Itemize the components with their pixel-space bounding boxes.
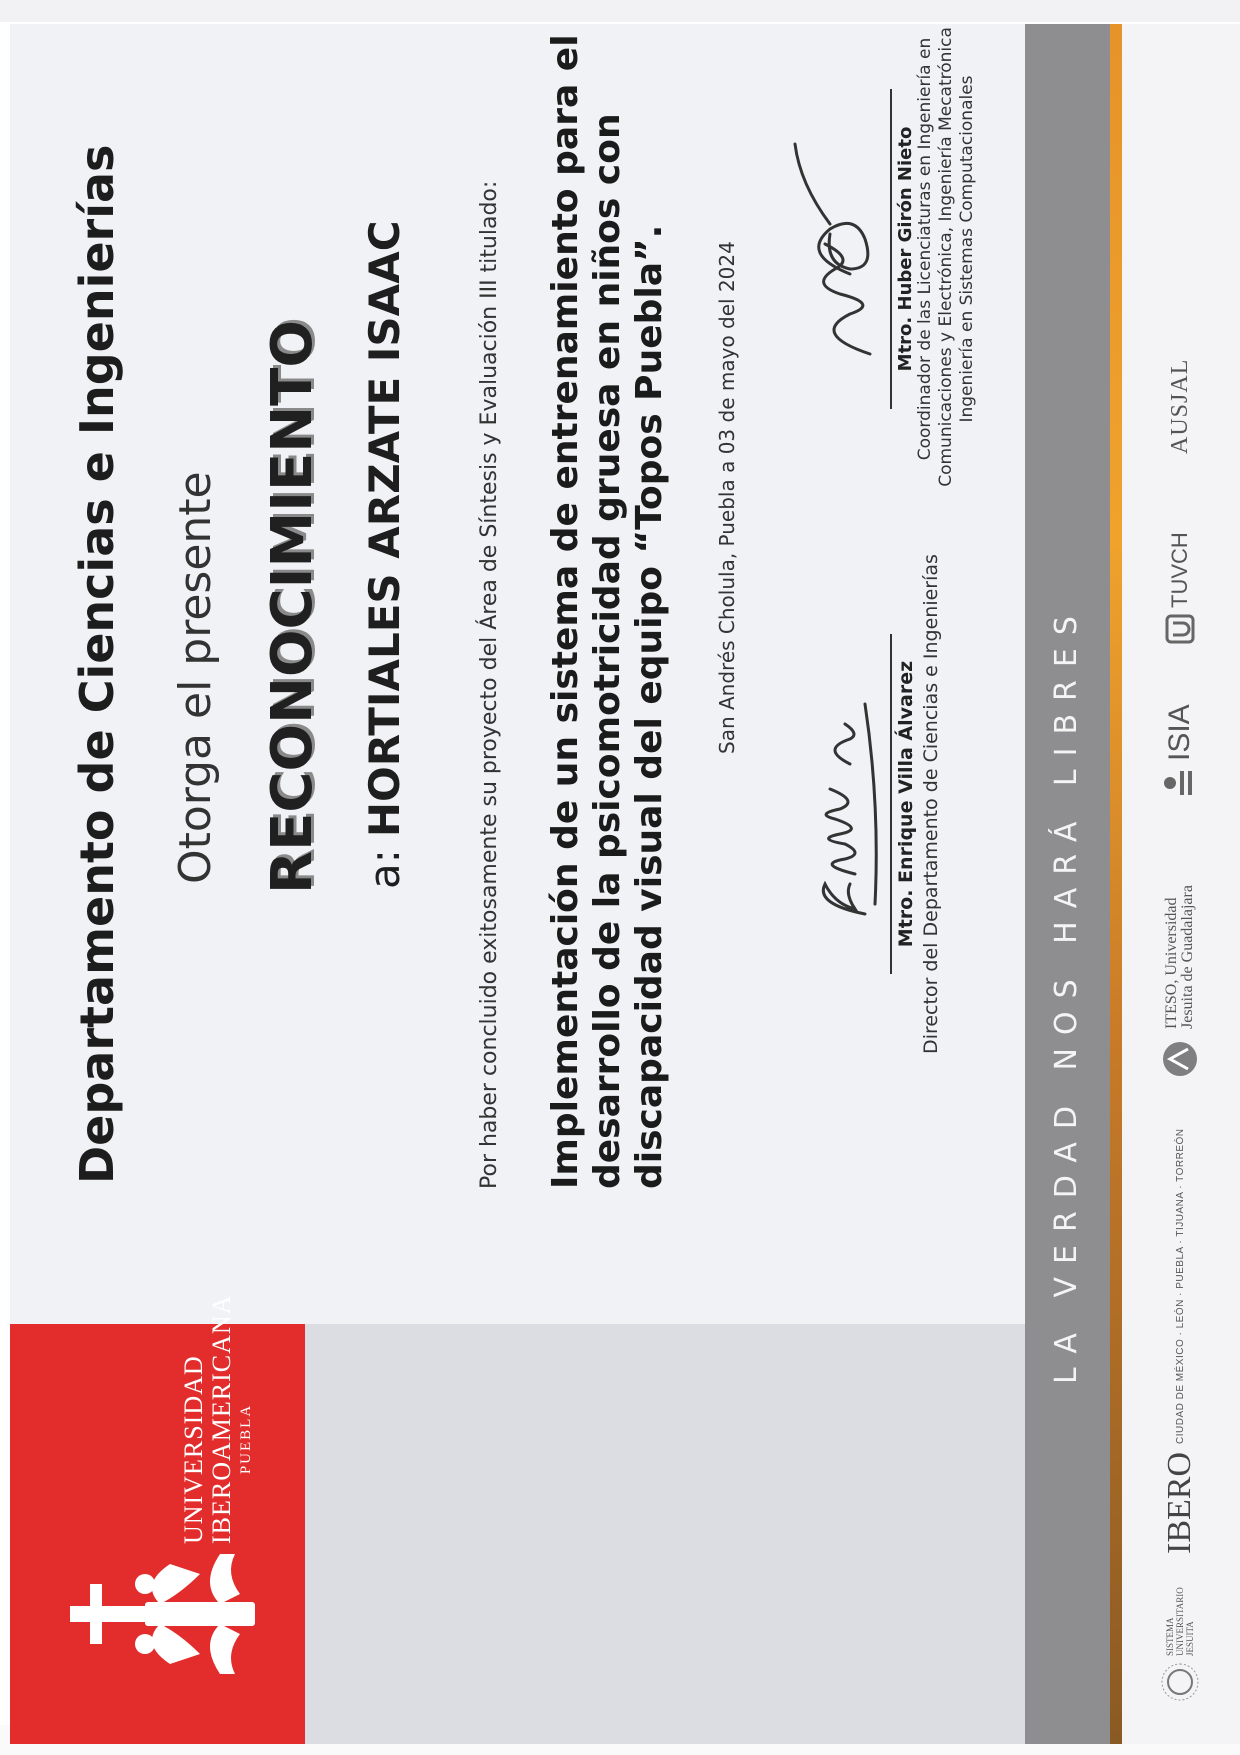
ibero-cities: CIUDAD DE MÉXICO · LEÓN · PUEBLA · TIJUA…	[1174, 1128, 1186, 1445]
suj-logo: SISTEMA UNIVERSITARIO JESUITA	[1150, 1587, 1210, 1704]
signature-2-line	[890, 89, 892, 409]
university-name-line1: UNIVERSIDAD	[179, 1355, 208, 1544]
signature-1-line	[890, 634, 892, 974]
tuvch-u-icon	[1165, 614, 1195, 644]
iteso-seal-icon	[1163, 1042, 1197, 1076]
isia-emblem-icon	[1164, 771, 1192, 795]
gray-side-block	[305, 1324, 1025, 1744]
suj-logo-text: SISTEMA UNIVERSITARIO JESUITA	[1165, 1587, 1195, 1656]
university-name-line2: IBEROAMERICANA	[207, 1294, 236, 1544]
department-heading: Departamento de Ciencias e Ingenierías	[70, 144, 124, 1184]
ausjal-logo-text: AUSJAL	[1166, 358, 1193, 454]
sun-seal-icon	[1161, 1663, 1199, 1701]
signature-2-handwriting	[793, 142, 872, 356]
project-title: Implementación de un sistema de entrenam…	[545, 34, 670, 1189]
certificate: UNIVERSIDAD IBEROAMERICANA PUEBLA Depart…	[10, 24, 1240, 1744]
award-title: RECONOCIMIENTO	[260, 320, 325, 894]
signature-1-name: Mtro. Enrique Villa Álvarez	[895, 660, 917, 948]
tuvch-logo-text: TUVCH	[1167, 532, 1192, 608]
ausjal-logo: AUSJAL	[1150, 294, 1210, 454]
signature-1-handwriting	[822, 702, 878, 916]
recipient-prefix: a:	[360, 849, 409, 889]
iteso-line1: ITESO, Universidad	[1163, 897, 1180, 1029]
iteso-logo: ITESO, Universidad Jesuita de Guadalajar…	[1150, 819, 1210, 1079]
signature-2-title: Coordinador de las Licenciaturas en Inge…	[915, 24, 977, 487]
university-campus: PUEBLA	[238, 1403, 254, 1475]
orange-stripe	[1110, 24, 1122, 1744]
ibero-logo: IBERO CIUDAD DE MÉXICO · LEÓN · PUEBLA ·…	[1150, 1129, 1210, 1555]
iteso-line2: Jesuita de Guadalajara	[1179, 885, 1196, 1029]
tuvch-logo: TUVCH	[1150, 484, 1210, 644]
signature-2-name: Mtro. Huber Girón Nieto	[895, 126, 916, 372]
recipient-name: HORTIALES ARZATE ISAAC	[360, 220, 409, 838]
place-date: San Andrés Cholula, Puebla a 03 de mayo …	[715, 241, 739, 754]
grant-text: Otorga el presente	[170, 471, 221, 884]
isia-logo: ISIA	[1150, 669, 1210, 799]
scan-edge-top	[0, 0, 1240, 22]
university-name: UNIVERSIDAD IBEROAMERICANA PUEBLA	[179, 1294, 256, 1544]
intro-text: Por haber concluido exitosamente su proy…	[477, 180, 502, 1189]
recipient: a: HORTIALES ARZATE ISAAC	[360, 189, 409, 889]
isia-logo-text: ISIA	[1163, 704, 1196, 761]
signature-1-title: Director del Departamento de Ciencias e …	[920, 554, 942, 1054]
university-crest-icon	[70, 1554, 255, 1674]
motto-text: LA VERDAD NOS HARÁ LIBRES	[1049, 603, 1084, 1384]
ibero-logo-text: IBERO	[1161, 1452, 1198, 1554]
